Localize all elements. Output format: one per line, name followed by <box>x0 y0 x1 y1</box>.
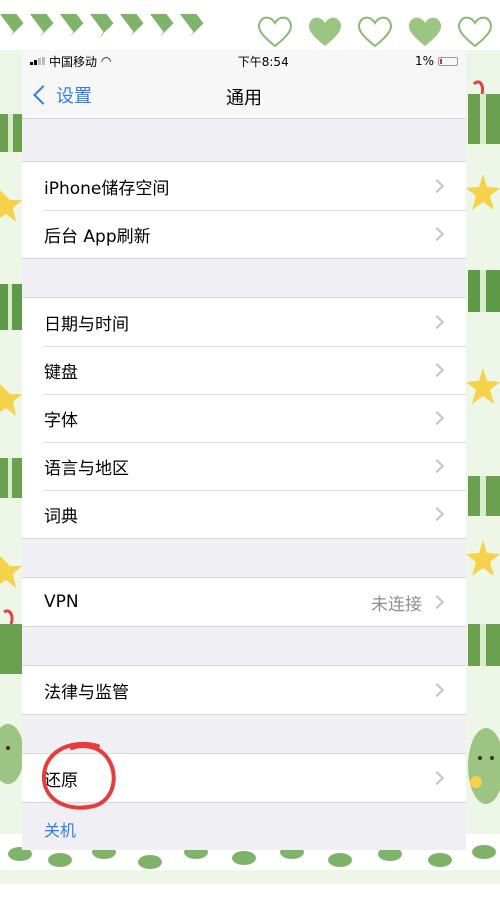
signal-icon <box>30 57 45 65</box>
heart-pattern <box>250 14 500 54</box>
chevron-right-icon <box>429 770 445 786</box>
decorative-frame-top <box>0 0 500 50</box>
chevron-right-icon <box>429 458 445 474</box>
settings-group-legal: 法律与监管 <box>22 665 466 715</box>
gift-icon <box>0 114 22 152</box>
chevron-right-icon <box>429 410 445 426</box>
heart-outline-icon <box>456 14 494 54</box>
chevron-right-icon <box>429 178 445 194</box>
row-vpn[interactable]: VPN 未连接 <box>22 578 466 626</box>
chevron-right-icon <box>429 594 445 610</box>
vpn-status: 未连接 <box>371 594 422 615</box>
row-label: 词典 <box>44 506 78 527</box>
sprout-character-icon <box>0 724 22 784</box>
settings-screen: 中国移动 ◠ 下午8:54 1% 设置 通用 iPhone储存空间 后台 App… <box>22 50 466 850</box>
heart-outline-icon <box>256 14 294 54</box>
settings-group-storage: iPhone储存空间 后台 App刷新 <box>22 161 466 259</box>
heart-filled-icon <box>406 14 444 54</box>
row-label: 语言与地区 <box>44 458 129 479</box>
gift-icon <box>468 476 500 516</box>
row-dictionary[interactable]: 词典 <box>22 490 466 538</box>
heart-outline-icon <box>356 14 394 54</box>
status-bar: 中国移动 ◠ 下午8:54 1% <box>22 50 466 72</box>
chevron-pattern <box>0 14 250 50</box>
row-legal-regulatory[interactable]: 法律与监管 <box>22 666 466 714</box>
sprout-character-icon <box>468 728 500 804</box>
settings-group-locale: 日期与时间 键盘 字体 语言与地区 词典 <box>22 297 466 539</box>
page-title: 通用 <box>226 88 262 109</box>
row-background-app-refresh[interactable]: 后台 App刷新 <box>22 210 466 258</box>
gift-icon <box>0 284 22 330</box>
row-label: 日期与时间 <box>44 314 129 335</box>
carrier-label: 中国移动 <box>49 54 98 69</box>
star-icon <box>0 556 22 588</box>
heart-filled-icon <box>306 14 344 54</box>
star-icon <box>0 190 22 222</box>
row-iphone-storage[interactable]: iPhone储存空间 <box>22 162 466 210</box>
chevron-right-icon <box>429 314 445 330</box>
annotation-circle <box>41 741 116 810</box>
row-keyboard[interactable]: 键盘 <box>22 346 466 394</box>
row-label: 法律与监管 <box>44 682 129 703</box>
row-label: VPN <box>44 592 79 612</box>
gift-icon <box>468 270 500 312</box>
row-label: 字体 <box>44 410 78 431</box>
battery-icon <box>438 56 458 66</box>
chevron-right-icon <box>429 682 445 698</box>
battery-percent: 1% <box>414 54 434 68</box>
row-label: iPhone储存空间 <box>44 178 170 199</box>
row-date-time[interactable]: 日期与时间 <box>22 298 466 346</box>
status-time: 下午8:54 <box>237 54 289 69</box>
wifi-icon: ◠ <box>101 54 112 68</box>
row-fonts[interactable]: 字体 <box>22 394 466 442</box>
row-language-region[interactable]: 语言与地区 <box>22 442 466 490</box>
star-icon <box>466 540 500 576</box>
star-icon <box>0 384 22 416</box>
settings-group-vpn: VPN 未连接 <box>22 577 466 627</box>
row-label: 键盘 <box>44 362 78 383</box>
chevron-right-icon <box>429 226 445 242</box>
star-icon <box>466 174 500 210</box>
gift-icon <box>0 609 22 674</box>
navigation-bar: 设置 通用 <box>22 72 466 119</box>
star-icon <box>466 368 500 404</box>
gift-icon <box>0 458 22 498</box>
row-label: 后台 App刷新 <box>44 226 151 247</box>
chevron-right-icon <box>429 362 445 378</box>
gift-icon <box>468 624 500 666</box>
chevron-right-icon <box>429 506 445 522</box>
gift-icon <box>468 80 500 144</box>
